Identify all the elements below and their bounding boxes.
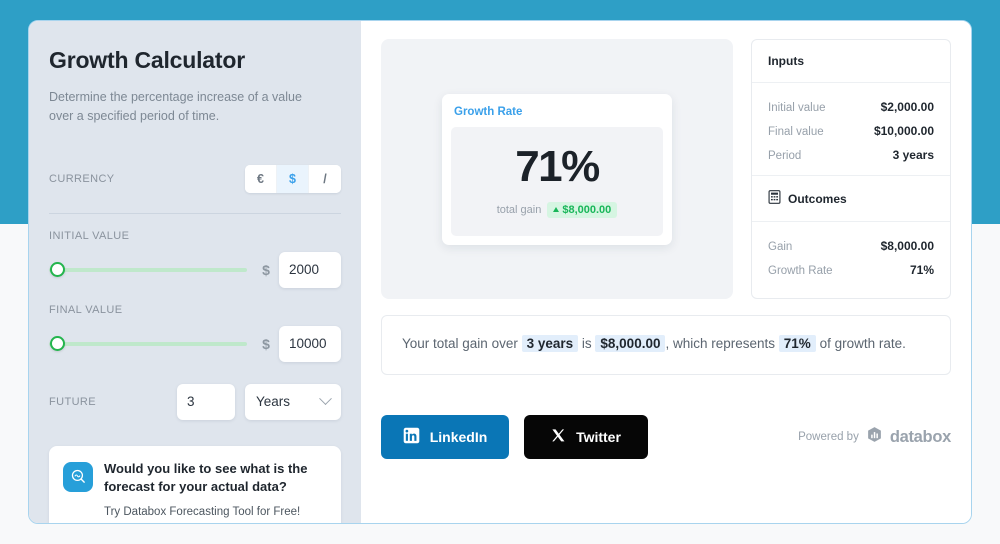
- sentence-highlight-period: 3 years: [521, 335, 579, 352]
- final-value-slider[interactable]: [49, 334, 247, 354]
- final-slider-thumb[interactable]: [50, 336, 65, 352]
- future-unit-select[interactable]: Years: [245, 383, 341, 420]
- final-currency-prefix: $: [262, 335, 270, 352]
- growth-rate-metric-card: Growth Rate 71% total gain $8,000.00: [442, 93, 672, 245]
- powered-by-databox[interactable]: Powered by databox: [798, 426, 951, 448]
- twitter-share-button[interactable]: Twitter: [524, 415, 648, 460]
- forecast-search-icon: [63, 461, 93, 492]
- triangle-up-icon: [553, 207, 560, 212]
- currency-toggle-group[interactable]: € $ /: [245, 164, 341, 193]
- twitter-label: Twitter: [576, 429, 621, 446]
- promo-subtext: Try Databox Forecasting Tool for Free!: [104, 505, 301, 518]
- page-subtitle: Determine the percentage increase of a v…: [49, 90, 302, 124]
- page-title: Growth Calculator: [49, 47, 245, 73]
- currency-option-other[interactable]: /: [309, 164, 341, 193]
- metric-card-body: 71% total gain $8,000.00: [451, 126, 663, 236]
- calculator-input-panel: Growth Calculator Determine the percenta…: [29, 21, 361, 523]
- row-value: $2,000.00: [880, 100, 934, 114]
- initial-currency-prefix: $: [262, 261, 270, 278]
- outcomes-heading: Outcomes: [752, 175, 950, 222]
- initial-slider-thumb[interactable]: [50, 262, 65, 278]
- linkedin-label: LinkedIn: [429, 429, 488, 446]
- row-key: Initial value: [768, 102, 826, 114]
- calculator-window: Growth Calculator Determine the percenta…: [28, 20, 972, 524]
- metric-subline: total gain $8,000.00: [496, 201, 618, 218]
- future-value-input[interactable]: [177, 383, 235, 420]
- footer-row: LinkedIn Twitter Powered by databox: [381, 415, 951, 460]
- final-slider-track: [49, 341, 247, 346]
- initial-value-input[interactable]: [279, 251, 341, 288]
- row-value: 71%: [909, 263, 934, 277]
- chevron-down-icon: [319, 392, 332, 406]
- row-key: Final value: [768, 126, 824, 138]
- row-key: Growth Rate: [768, 265, 833, 277]
- metric-card-title: Growth Rate: [454, 105, 523, 118]
- sentence-highlight-gain: $8,000.00: [595, 335, 666, 352]
- initial-slider-track: [49, 267, 247, 272]
- row-value: $10,000.00: [873, 124, 934, 138]
- forecast-promo-card[interactable]: Would you like to see what is the foreca…: [49, 445, 341, 523]
- row-key: Gain: [768, 241, 793, 253]
- promo-heading: Would you like to see what is the foreca…: [104, 460, 308, 494]
- growth-rate-value: 71%: [515, 141, 600, 191]
- results-row: Growth Rate 71% total gain $8,000.00 Inp…: [381, 39, 951, 299]
- databox-wordmark: databox: [889, 427, 951, 446]
- future-unit-label: Years: [256, 394, 291, 410]
- powered-by-label: Powered by: [798, 431, 859, 444]
- inputs-rows: Initial value $2,000.00 Final value $10,…: [752, 83, 950, 175]
- sentence-part-3: , which represents: [665, 336, 779, 351]
- table-row: Initial value $2,000.00: [768, 95, 934, 119]
- total-gain-badge-value: $8,000.00: [562, 203, 612, 216]
- inputs-heading-label: Inputs: [768, 54, 804, 68]
- row-value: $8,000.00: [880, 239, 934, 253]
- currency-option-eur[interactable]: €: [245, 164, 277, 193]
- metric-visualization-area: Growth Rate 71% total gain $8,000.00: [381, 39, 733, 299]
- table-row: Final value $10,000.00: [768, 119, 934, 143]
- databox-logo-icon: [866, 426, 883, 448]
- initial-value-label: INITIAL VALUE: [49, 229, 130, 242]
- summary-sentence: Your total gain over 3 years is $8,000.0…: [381, 315, 951, 376]
- initial-value-slider[interactable]: [49, 260, 247, 280]
- future-label: FUTURE: [49, 395, 97, 408]
- linkedin-icon: [403, 427, 420, 447]
- row-key: Period: [768, 150, 802, 162]
- outcomes-rows: Gain $8,000.00 Growth Rate 71%: [752, 222, 950, 290]
- calculator-results-panel: Growth Rate 71% total gain $8,000.00 Inp…: [361, 21, 971, 523]
- total-gain-label: total gain: [496, 203, 542, 216]
- total-gain-badge: $8,000.00: [547, 201, 618, 218]
- row-value: 3 years: [892, 148, 934, 162]
- summary-table: Inputs Initial value $2,000.00 Final val…: [751, 39, 951, 299]
- linkedin-share-button[interactable]: LinkedIn: [381, 415, 509, 460]
- currency-option-usd[interactable]: $: [277, 164, 309, 193]
- calculator-icon: [768, 190, 781, 207]
- initial-value-row: $: [49, 251, 341, 288]
- final-value-block: FINAL VALUE $: [49, 304, 341, 362]
- final-value-row: $: [49, 325, 341, 362]
- final-value-label: FINAL VALUE: [49, 303, 123, 316]
- table-row: Growth Rate 71%: [768, 258, 934, 282]
- sentence-highlight-rate: 71%: [778, 335, 816, 352]
- inputs-heading: Inputs: [752, 40, 950, 83]
- currency-row: CURRENCY € $ /: [49, 164, 341, 214]
- outcomes-heading-label: Outcomes: [788, 191, 847, 206]
- currency-label: CURRENCY: [49, 172, 115, 185]
- twitter-x-icon: [551, 428, 566, 446]
- forecast-promo-body: Would you like to see what is the foreca…: [104, 460, 327, 523]
- table-row: Gain $8,000.00: [768, 234, 934, 258]
- sentence-part-2: is: [578, 336, 596, 351]
- table-row: Period 3 years: [768, 143, 934, 167]
- final-value-input[interactable]: [279, 325, 341, 362]
- future-period-row: FUTURE Years: [49, 383, 341, 420]
- sentence-part-4: of growth rate.: [815, 336, 906, 351]
- sentence-part-1: Your total gain over: [402, 336, 522, 351]
- initial-value-block: INITIAL VALUE $: [49, 230, 341, 288]
